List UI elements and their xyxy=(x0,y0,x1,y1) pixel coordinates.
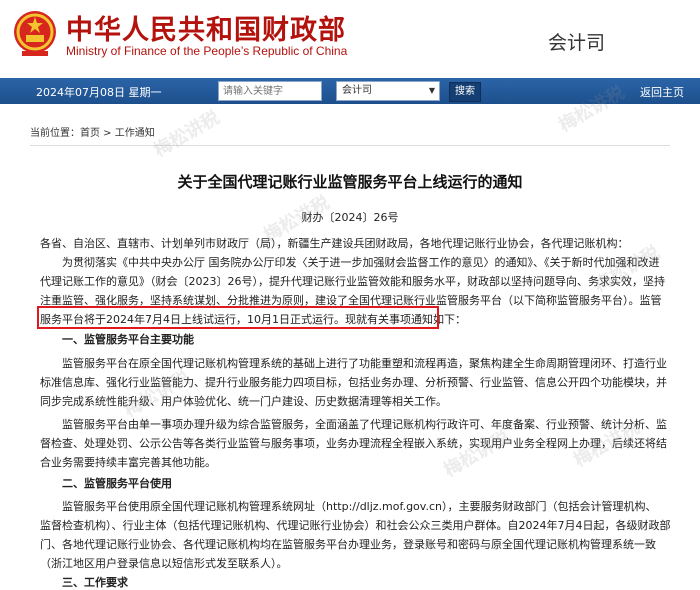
home-link[interactable]: 返回主页 xyxy=(640,84,684,100)
article-line: 门、各地代理记账行业协会、各代理记账机构均在监管服务平台办理业务，登录账号和密码… xyxy=(40,538,656,551)
site-name-en: Ministry of Finance of the People’s Repu… xyxy=(66,44,348,58)
department-select[interactable]: 会计司 ▼ xyxy=(336,81,440,101)
national-emblem-icon xyxy=(14,11,56,56)
article-line: 合业务需要持续丰富完善其他功能。 xyxy=(40,456,216,469)
breadcrumb-current[interactable]: 工作通知 xyxy=(115,128,155,139)
article-line: （浙江地区用户登录信息以短信形式发至联系人）。 xyxy=(40,557,288,570)
site-header: 中华人民共和国财政部 Ministry of Finance of the Pe… xyxy=(0,0,700,78)
article-line: 各省、自治区、直辖市、计划单列市财政厅（局），新疆生产建设兵团财政局，各地代理记… xyxy=(40,237,629,250)
department-select-value: 会计司 xyxy=(342,85,372,96)
breadcrumb-home[interactable]: 首页 xyxy=(80,128,100,139)
article-title: 关于全国代理记账行业监管服务平台上线运行的通知 xyxy=(177,173,523,191)
breadcrumb-sep: > xyxy=(100,128,115,139)
breadcrumb: 当前位置：首页 > 工作通知 xyxy=(30,124,155,139)
divider xyxy=(30,145,670,146)
current-date: 2024年07月08日 星期一 xyxy=(36,86,162,99)
department-name: 会计司 xyxy=(548,32,606,54)
search-input[interactable] xyxy=(218,81,322,101)
article-line: 代理记账工作的意见》（财会〔2023〕26号），提升代理记账行业监管效能和服务水… xyxy=(40,275,665,288)
search-button[interactable]: 搜索 xyxy=(449,82,481,102)
section-heading: 二、监管服务平台使用 xyxy=(62,477,172,490)
article-line: 监督检查机构）、行业主体（包括代理记账机构、代理记账行业协会）和社会公众三类用户… xyxy=(40,519,671,532)
section-heading: 三、工作要求 xyxy=(62,576,128,589)
section-heading: 一、监管服务平台主要功能 xyxy=(62,333,194,346)
watermark: 梅松讲税 xyxy=(440,427,514,482)
article-line: 为贯彻落实《中共中央办公厅 国务院办公厅印发〈关于进一步加强财会监督工作的意见〉… xyxy=(62,256,660,269)
breadcrumb-prefix: 当前位置： xyxy=(30,128,80,139)
article-line: 同步完成系统性能升级、用户体验优化、统一门户建设、历史数据清理等相关工作。 xyxy=(40,395,447,408)
article-line: 监管服务平台由单一事项办理升级为综合监管服务，全面涵盖了代理记账机构行政许可、年… xyxy=(62,418,667,431)
article-line: 监管服务平台在原全国代理记账机构管理系统的基础上进行了功能重塑和流程再造，聚焦构… xyxy=(62,357,667,370)
watermark: 梅松讲税 xyxy=(150,107,224,162)
article-line: 监管服务平台使用原全国代理记账机构管理系统网址（http://dljz.mof.… xyxy=(62,500,657,513)
document-number: 财办〔2024〕26号 xyxy=(301,211,399,224)
article-line: 标准信息库、强化行业监管能力、提升行业服务能力四项目标，包括业务办理、分析预警、… xyxy=(40,376,667,389)
chevron-down-icon: ▼ xyxy=(428,86,435,95)
site-name-cn: 中华人民共和国财政部 xyxy=(66,15,346,46)
highlight-box xyxy=(37,306,439,329)
